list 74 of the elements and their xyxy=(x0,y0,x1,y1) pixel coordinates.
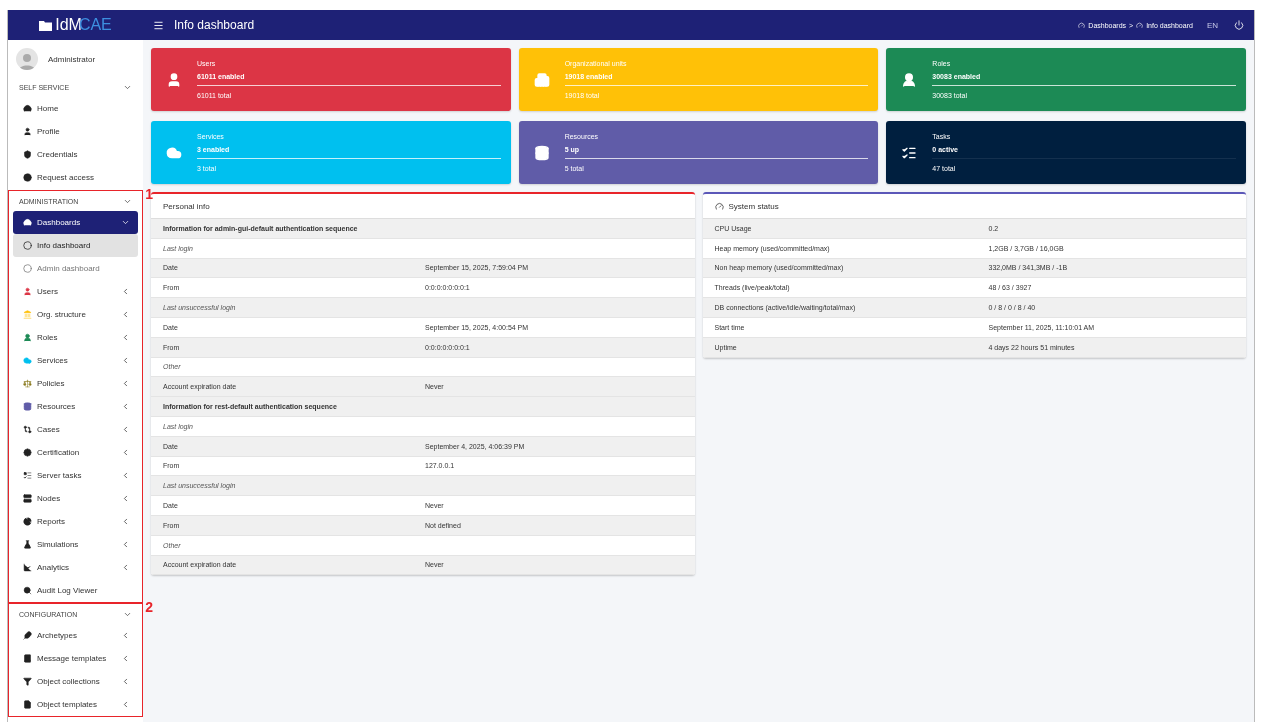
chevron-left-icon xyxy=(121,402,130,411)
flask-icon xyxy=(23,540,32,549)
chevron-left-icon xyxy=(121,425,130,434)
sidebar-subitem[interactable]: Info dashboard xyxy=(13,234,138,257)
chevron-left-icon xyxy=(121,677,130,686)
checklist-icon xyxy=(23,471,32,480)
shield-icon xyxy=(23,150,32,159)
circle-icon xyxy=(23,241,32,250)
file-icon xyxy=(23,700,32,709)
sidebar-item[interactable]: Org. structure xyxy=(13,303,138,326)
sidebar-item[interactable]: Users xyxy=(13,280,138,303)
sidebar-item[interactable]: Dashboards xyxy=(13,211,138,234)
chevron-left-icon xyxy=(121,448,130,457)
avatar-icon xyxy=(16,48,38,70)
cloud-icon xyxy=(23,356,32,365)
sidebar-item[interactable]: Services xyxy=(13,349,138,372)
sidebar-item[interactable]: Object templates xyxy=(13,693,138,716)
chevron-left-icon xyxy=(121,517,130,526)
person-icon xyxy=(23,333,32,342)
power-icon[interactable] xyxy=(1234,20,1244,30)
sidebar-subitem[interactable]: Admin dashboard xyxy=(13,257,138,280)
person-icon xyxy=(23,287,32,296)
sidebar-item[interactable]: Home xyxy=(13,97,138,120)
circle-icon xyxy=(23,264,32,273)
menu-icon[interactable] xyxy=(153,19,164,31)
chevron-left-icon xyxy=(121,287,130,296)
sidebar-item[interactable]: Archetypes xyxy=(13,624,138,647)
language-selector[interactable]: EN xyxy=(1206,20,1218,30)
sidebar-item[interactable]: Analytics xyxy=(13,556,138,579)
sidebar-item[interactable]: Cases xyxy=(13,418,138,441)
chevron-left-icon xyxy=(121,333,130,342)
person-icon xyxy=(901,71,918,88)
sidebar-item[interactable]: Audit Log Viewer xyxy=(13,579,138,602)
chevron-left-icon xyxy=(121,540,130,549)
person-icon xyxy=(23,127,32,136)
sidebar-item[interactable]: Message templates xyxy=(13,647,138,670)
sidebar-item[interactable]: Roles xyxy=(13,326,138,349)
sidebar-item[interactable]: Server tasks xyxy=(13,464,138,487)
chevron-left-icon xyxy=(121,631,130,640)
sidebar-item[interactable]: Resources xyxy=(13,395,138,418)
sidebar-item[interactable]: Policies xyxy=(13,372,138,395)
folder-icon xyxy=(39,19,53,31)
scales-icon xyxy=(23,379,32,388)
sidebar-item[interactable]: Object collections xyxy=(13,670,138,693)
feather-icon xyxy=(23,631,32,640)
annotation-number: 1 xyxy=(145,187,153,201)
chevron-left-icon xyxy=(121,379,130,388)
sidebar-item[interactable]: Request access xyxy=(13,166,138,189)
chevron-left-icon xyxy=(121,310,130,319)
server-icon xyxy=(23,494,32,503)
user-name: Administrator xyxy=(48,54,96,64)
filter-icon xyxy=(23,677,32,686)
sidebar-item[interactable]: Nodes xyxy=(13,487,138,510)
chevron-left-icon xyxy=(121,654,130,663)
arrows-icon xyxy=(23,425,32,434)
sidebar-item[interactable]: Simulations xyxy=(13,533,138,556)
panel-title: System status xyxy=(728,201,779,211)
chevron-left-icon xyxy=(121,356,130,365)
sidebar-item[interactable]: Credentials xyxy=(13,143,138,166)
chevron-left-icon xyxy=(121,494,130,503)
chevron-left-icon xyxy=(121,563,130,572)
person-icon xyxy=(166,71,182,88)
chevron-down-icon xyxy=(121,218,130,227)
chevron-left-icon xyxy=(121,471,130,480)
sidebar-item[interactable]: Profile xyxy=(13,120,138,143)
chevron-left-icon xyxy=(121,700,130,709)
sidebar-item[interactable]: Certification xyxy=(13,441,138,464)
logo: IdMCAE xyxy=(8,16,143,34)
panel-title: Personal info xyxy=(163,201,210,211)
sidebar-item[interactable]: Reports xyxy=(13,510,138,533)
line-chart-icon xyxy=(23,563,32,572)
pie-chart-icon xyxy=(23,517,32,526)
annotation-number: 2 xyxy=(145,600,153,614)
page-title: Info dashboard xyxy=(174,18,256,32)
